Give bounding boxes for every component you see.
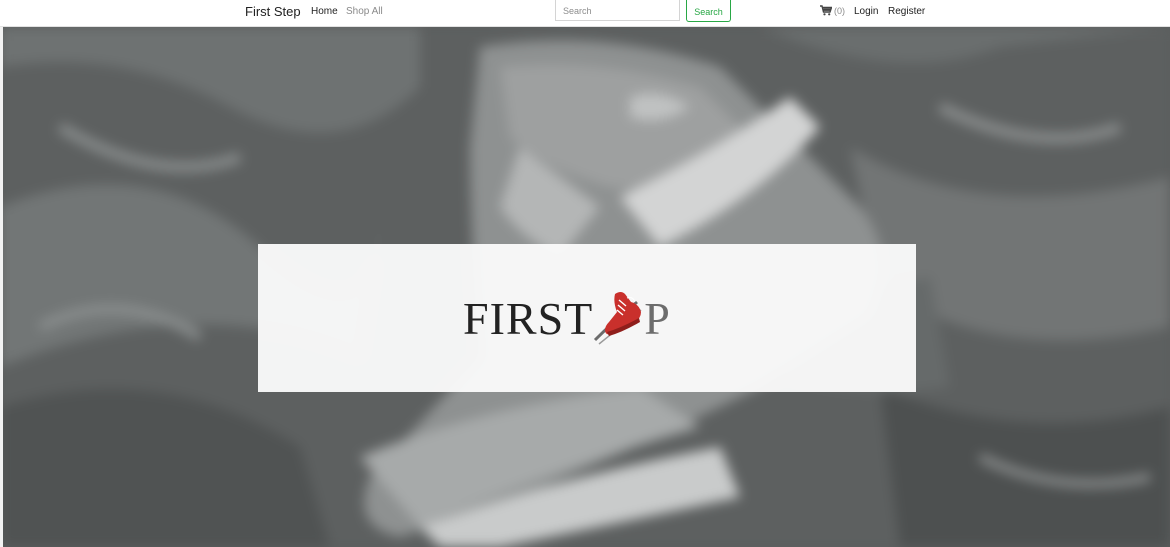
logo-text-firs: FIRS <box>463 293 565 344</box>
firststep-logo: FIRS T P <box>463 282 671 345</box>
cart-icon <box>820 5 832 16</box>
nav-shop-all-link[interactable]: Shop All <box>346 6 383 17</box>
nav-register-link[interactable]: Register <box>888 6 925 17</box>
logo-panel: FIRS T P <box>258 244 916 392</box>
nav-home-link[interactable]: Home <box>311 6 338 17</box>
top-navbar: First Step Home Shop All Search (0) Logi… <box>0 0 1170 27</box>
nav-login-link[interactable]: Login <box>854 6 878 17</box>
running-shoe-icon <box>594 292 642 345</box>
hero-left-edge <box>0 27 3 547</box>
cart-count: (0) <box>834 5 845 16</box>
logo-text-p: P <box>644 293 671 344</box>
cart-link[interactable]: (0) <box>820 5 845 16</box>
logo-text-t: T <box>564 293 594 344</box>
hero-banner: FIRS T P <box>0 27 1170 547</box>
brand-link[interactable]: First Step <box>245 4 301 19</box>
search-button[interactable]: Search <box>686 0 731 22</box>
search-input[interactable] <box>555 0 680 21</box>
